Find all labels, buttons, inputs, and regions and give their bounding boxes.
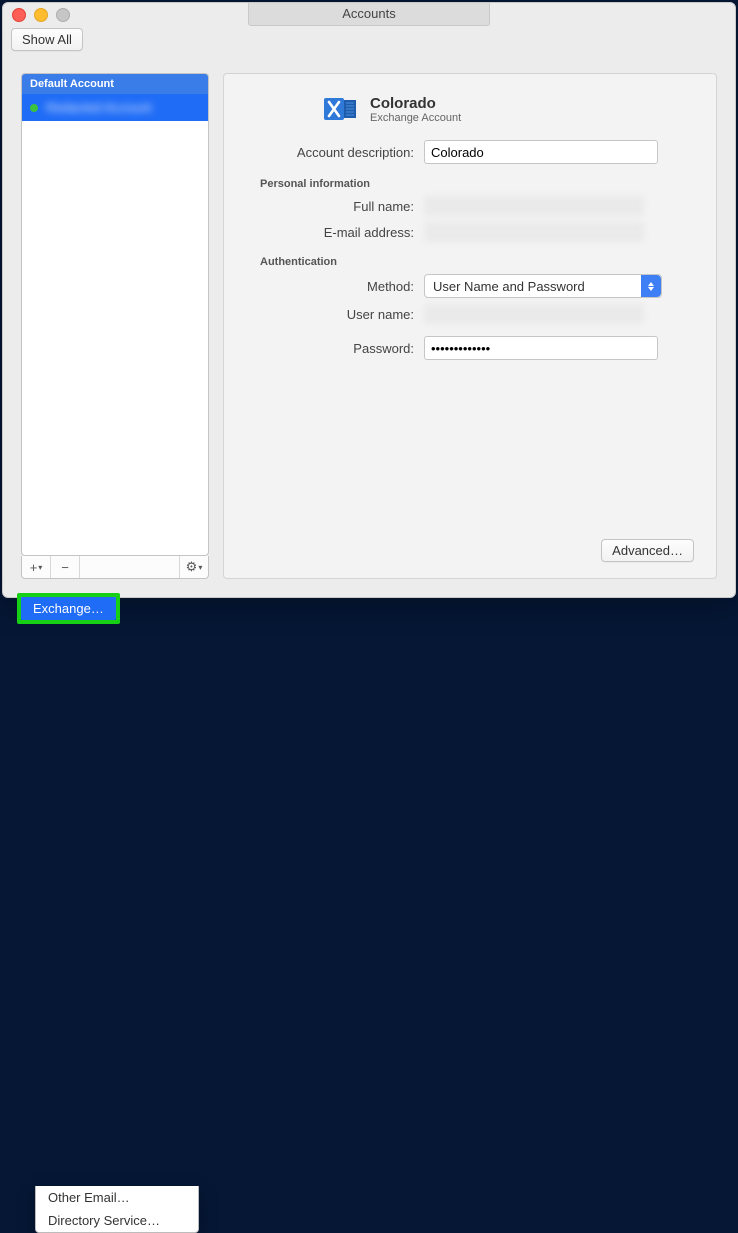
titlebar[interactable]: Accounts — [3, 3, 735, 25]
user-name-label: User name: — [246, 307, 414, 322]
close-window-icon[interactable] — [12, 8, 26, 22]
advanced-button[interactable]: Advanced… — [601, 539, 694, 562]
menu-item-other-email[interactable]: Other Email… — [36, 1186, 198, 1209]
window-controls — [12, 8, 70, 22]
menu-item-exchange[interactable]: Exchange… — [21, 597, 116, 620]
add-account-button[interactable]: + ▾ — [22, 556, 51, 578]
gear-icon: ⚙ — [186, 559, 198, 575]
method-label: Method: — [246, 279, 414, 294]
method-select[interactable]: User Name and Password — [424, 274, 662, 298]
account-list[interactable]: Default Account Redacted Account — [21, 73, 209, 556]
description-label: Account description: — [246, 145, 414, 160]
sidebar-footer: + ▾ − ⚙ ▾ — [21, 556, 209, 579]
account-actions-button[interactable]: ⚙ ▾ — [179, 556, 208, 578]
account-detail-pane: Colorado Exchange Account Account descri… — [223, 73, 717, 579]
select-caret-icon — [641, 275, 661, 297]
exchange-icon — [324, 92, 358, 126]
authentication-label: Authentication — [260, 256, 694, 268]
plus-icon: + — [30, 560, 38, 575]
user-name-value — [424, 304, 644, 324]
tutorial-highlight: Exchange… — [17, 593, 120, 624]
account-list-item[interactable]: Redacted Account — [22, 94, 208, 121]
add-account-menu-wrap: Exchange… Other Email… Directory Service… — [17, 593, 120, 624]
full-name-value — [424, 196, 644, 216]
window-title: Accounts — [248, 3, 490, 26]
account-group-header: Default Account — [22, 74, 208, 94]
account-subtitle: Exchange Account — [370, 112, 461, 124]
account-title: Colorado — [370, 95, 461, 112]
accounts-window: Accounts Show All Default Account Redact… — [2, 2, 736, 598]
minus-icon: − — [61, 560, 69, 575]
chevron-down-icon: ▾ — [198, 563, 202, 572]
remove-account-button[interactable]: − — [51, 556, 80, 578]
zoom-window-icon — [56, 8, 70, 22]
content-area: Default Account Redacted Account + ▾ − ⚙… — [21, 73, 717, 579]
method-value: User Name and Password — [433, 279, 585, 294]
chevron-down-icon: ▾ — [38, 563, 42, 572]
toolbar: Show All — [3, 25, 735, 61]
status-dot-icon — [30, 104, 38, 112]
personal-info-label: Personal information — [260, 178, 694, 190]
menu-item-directory-service[interactable]: Directory Service… — [36, 1209, 198, 1232]
password-label: Password: — [246, 341, 414, 356]
show-all-button[interactable]: Show All — [11, 28, 83, 51]
email-label: E-mail address: — [246, 225, 414, 240]
email-value — [424, 222, 644, 242]
accounts-sidebar: Default Account Redacted Account + ▾ − ⚙… — [21, 73, 209, 579]
full-name-label: Full name: — [246, 199, 414, 214]
minimize-window-icon[interactable] — [34, 8, 48, 22]
description-input[interactable] — [424, 140, 658, 164]
add-account-menu: Other Email… Directory Service… — [35, 1186, 199, 1233]
password-input[interactable] — [424, 336, 658, 360]
account-header: Colorado Exchange Account — [324, 92, 694, 126]
account-name: Redacted Account — [46, 100, 152, 115]
